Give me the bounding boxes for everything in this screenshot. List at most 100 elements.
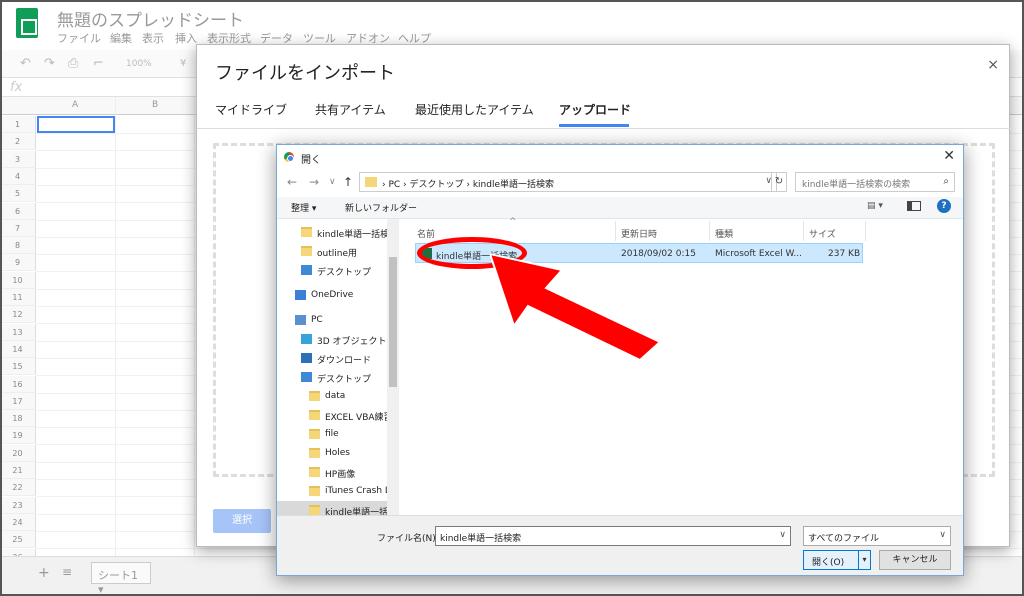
- nav-item[interactable]: Holes: [277, 444, 387, 463]
- document-title[interactable]: 無題のスプレッドシート: [57, 6, 244, 31]
- folder-icon: [309, 505, 320, 515]
- nav-item[interactable]: ダウンロード: [277, 349, 387, 368]
- row-header[interactable]: 12: [0, 306, 36, 324]
- search-icon: ⌕: [943, 176, 949, 187]
- row-header[interactable]: 17: [0, 392, 36, 410]
- row-header[interactable]: 5: [0, 185, 36, 203]
- row-header[interactable]: 23: [0, 496, 36, 514]
- row-header[interactable]: 11: [0, 289, 36, 306]
- row-header[interactable]: 2: [0, 133, 36, 151]
- row-header[interactable]: 9: [0, 254, 36, 272]
- tab-recent[interactable]: 最近使用したアイテム: [415, 101, 534, 118]
- row-header[interactable]: 8: [0, 237, 36, 255]
- row-header[interactable]: 14: [0, 340, 36, 358]
- close-icon[interactable]: ×: [987, 57, 999, 73]
- folder-icon: [309, 486, 320, 496]
- row-header[interactable]: 4: [0, 167, 36, 185]
- nav-item-label: outline用: [317, 249, 357, 259]
- nav-item[interactable]: OneDrive: [277, 286, 387, 305]
- add-sheet-icon[interactable]: +: [38, 565, 50, 581]
- forward-icon[interactable]: →: [309, 175, 319, 189]
- nav-item[interactable]: EXCEL VBA練習: [277, 406, 387, 425]
- address-bar[interactable]: › PC › デスクトップ › kindle単語一括検索 ∨: [359, 172, 777, 192]
- zoom-select[interactable]: 100%: [126, 59, 152, 69]
- sheets-logo-icon[interactable]: [16, 8, 38, 38]
- column-name[interactable]: 名前: [417, 227, 435, 240]
- dialog-titlebar[interactable]: [277, 145, 963, 169]
- selected-cell-a1[interactable]: [37, 116, 115, 133]
- column-header-b[interactable]: B: [152, 100, 158, 110]
- row-header[interactable]: 3: [0, 150, 36, 168]
- nav-item-label: HP画像: [325, 470, 356, 480]
- desktop-icon: [301, 265, 312, 275]
- import-dialog-title: ファイルをインポート: [215, 63, 395, 84]
- refresh-icon[interactable]: ↻: [771, 172, 787, 192]
- filter-value: すべてのファイル: [808, 534, 880, 544]
- column-divider: [615, 221, 616, 241]
- back-icon[interactable]: ←: [287, 175, 297, 189]
- chevron-down-icon[interactable]: ∨: [779, 530, 786, 540]
- row-header[interactable]: 1: [0, 116, 36, 133]
- nav-item[interactable]: outline用: [277, 242, 387, 261]
- close-icon[interactable]: ✕: [943, 148, 955, 164]
- nav-item[interactable]: iTunes Crash Lo: [277, 482, 387, 501]
- all-sheets-icon[interactable]: ≡: [62, 565, 72, 579]
- column-header-a[interactable]: A: [72, 100, 78, 110]
- row-header[interactable]: 21: [0, 462, 36, 479]
- menu-edit[interactable]: 編集: [110, 30, 132, 46]
- select-button[interactable]: 選択: [213, 509, 271, 533]
- search-input[interactable]: kindle単語一括検索の検索 ⌕: [795, 172, 955, 192]
- view-options-icon[interactable]: ▤ ▾: [867, 201, 883, 211]
- row-header[interactable]: 13: [0, 323, 36, 341]
- undo-icon[interactable]: ↶: [20, 56, 31, 71]
- menu-file[interactable]: ファイル: [57, 30, 101, 46]
- nav-item[interactable]: kindle単語一括検: [277, 223, 387, 242]
- row-header[interactable]: 22: [0, 479, 36, 497]
- row-header[interactable]: 18: [0, 410, 36, 428]
- up-icon[interactable]: ↑: [343, 175, 353, 189]
- chevron-down-icon[interactable]: ∨: [939, 530, 946, 540]
- column-divider: [709, 221, 710, 241]
- row-header[interactable]: 24: [0, 513, 36, 531]
- recent-locations-icon[interactable]: ∨: [329, 177, 336, 187]
- preview-pane-icon[interactable]: [907, 201, 921, 211]
- print-icon[interactable]: ⎙: [68, 56, 78, 71]
- active-tab-indicator: [559, 124, 629, 127]
- column-size[interactable]: サイズ: [809, 227, 836, 240]
- tab-shared[interactable]: 共有アイテム: [315, 101, 386, 118]
- column-modified[interactable]: 更新日時: [621, 227, 657, 240]
- nav-item[interactable]: デスクトップ: [277, 368, 387, 387]
- row-header[interactable]: 16: [0, 375, 36, 393]
- nav-item[interactable]: file: [277, 425, 387, 444]
- row-header[interactable]: 19: [0, 427, 36, 445]
- currency-button[interactable]: ¥: [180, 58, 186, 69]
- sheet-tab-1[interactable]: シート1 ▾: [91, 562, 151, 596]
- tab-upload[interactable]: アップロード: [559, 101, 631, 118]
- organize-button[interactable]: 整理 ▾: [291, 201, 316, 214]
- column-type[interactable]: 種類: [715, 227, 733, 240]
- row-header[interactable]: 20: [0, 444, 36, 462]
- redo-icon[interactable]: ↷: [44, 56, 55, 71]
- nav-item[interactable]: デスクトップ: [277, 261, 387, 280]
- nav-item[interactable]: data: [277, 387, 387, 406]
- menu-view[interactable]: 表示: [142, 30, 164, 46]
- row-header[interactable]: 25: [0, 531, 36, 549]
- open-button[interactable]: 開く(O) ▾: [803, 550, 871, 570]
- nav-scrollbar-thumb[interactable]: [389, 257, 397, 387]
- row-header[interactable]: 7: [0, 219, 36, 237]
- paint-format-icon[interactable]: ⌐: [93, 56, 104, 71]
- new-folder-button[interactable]: 新しいフォルダー: [345, 201, 417, 214]
- menu-insert[interactable]: 挿入: [175, 30, 197, 46]
- nav-item[interactable]: 3D オブジェクト: [277, 330, 387, 349]
- row-header[interactable]: 15: [0, 358, 36, 376]
- tab-my-drive[interactable]: マイドライブ: [215, 101, 287, 118]
- cancel-button[interactable]: キャンセル: [879, 550, 951, 570]
- file-type-filter[interactable]: すべてのファイル ∨: [803, 526, 951, 546]
- filename-input[interactable]: kindle単語一括検索 ∨: [435, 526, 791, 546]
- row-header[interactable]: 6: [0, 202, 36, 220]
- nav-item[interactable]: PC: [277, 311, 387, 330]
- row-header[interactable]: 10: [0, 271, 36, 289]
- nav-item[interactable]: HP画像: [277, 463, 387, 482]
- open-dropdown-icon[interactable]: ▾: [858, 551, 870, 569]
- help-icon[interactable]: ?: [937, 199, 951, 213]
